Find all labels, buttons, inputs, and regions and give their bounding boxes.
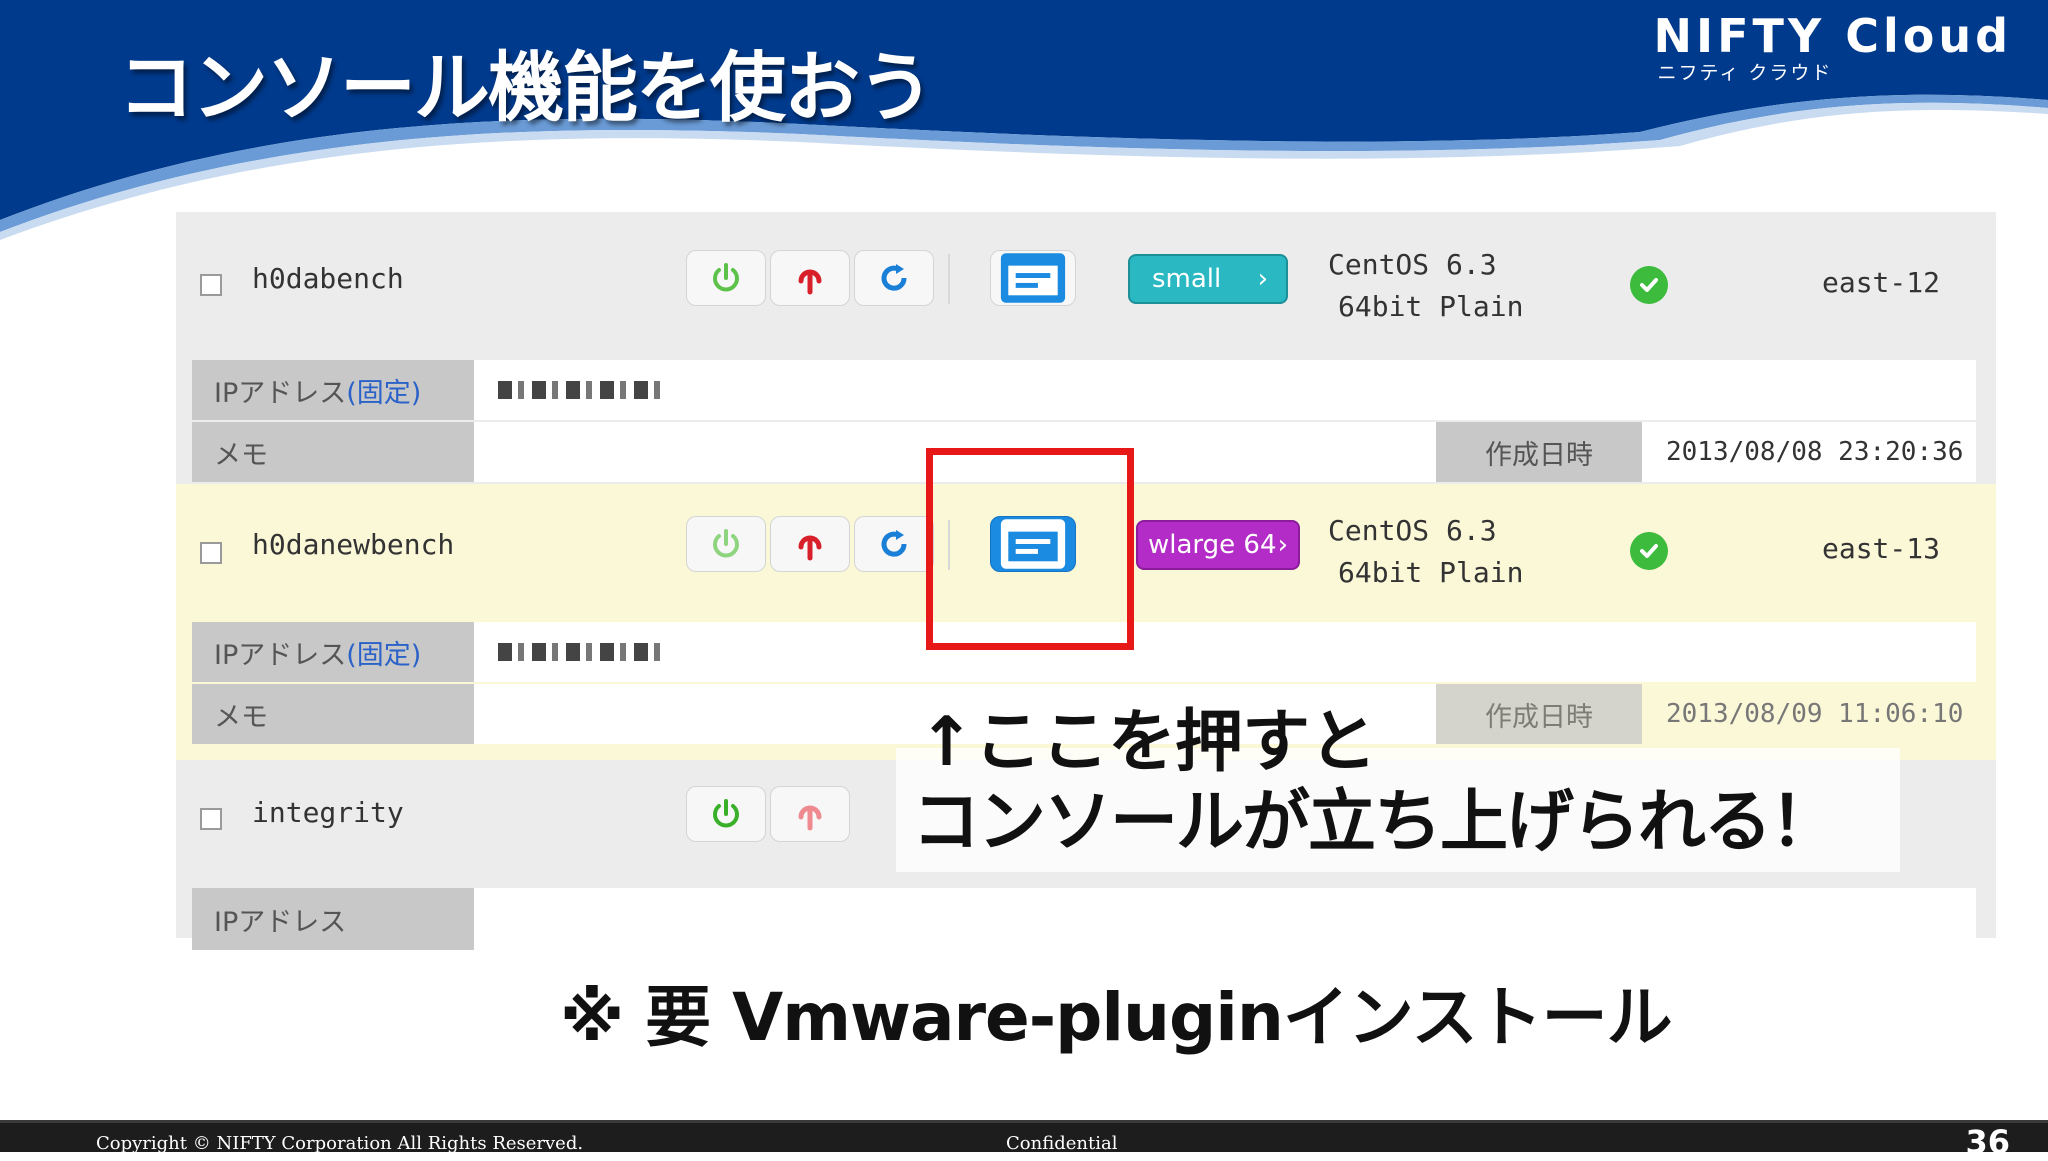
callout-line-2: コンソールが立ち上げられる！ [912,783,1838,862]
server-os: CentOS 6.3 64bit Plain [1328,510,1523,594]
power-on-button[interactable] [686,250,766,306]
ip-address-row: IPアドレス [192,888,1976,950]
ip-address-row: IPアドレス (固定) [192,360,1976,420]
ip-address-value [474,888,1976,950]
ip-address-masked [498,643,664,661]
ip-address-label: IPアドレス (固定) [192,622,474,682]
power-on-button[interactable] [686,516,766,572]
server-select-checkbox[interactable] [200,542,222,564]
console-button[interactable] [990,250,1076,306]
server-name: h0danewbench [252,528,455,561]
button-separator [948,254,950,304]
check-circle-icon [1630,532,1668,570]
server-type-button[interactable]: small › [1128,254,1288,304]
os-image: 64bit Plain [1338,556,1524,589]
brand-name: NIFTY Cloud [1653,9,2012,63]
power-icon [713,263,739,292]
ip-address-value [474,622,1976,682]
console-button-highlight-box [926,448,1134,650]
restart-icon [881,264,907,291]
power-off-button[interactable] [770,786,850,842]
created-value: 2013/08/09 11:06:10 [1666,699,1964,729]
memo-label: メモ [192,422,474,482]
created-label: 作成日時 [1436,422,1642,482]
plugin-note: ※ 要 Vmware-pluginインストール [560,979,1673,1056]
created-label: 作成日時 [1436,684,1642,744]
server-type-label: small [1152,264,1222,294]
ip-address-masked [498,381,668,399]
restart-button[interactable] [854,516,934,572]
copyright-text: Copyright © NIFTY Corporation All Rights… [96,1133,584,1154]
ip-fixed-link[interactable]: (固定) [346,371,421,410]
slide-title: コンソール機能を使おう [118,43,934,132]
page-number: 36 [1965,1123,2010,1161]
slide-header: コンソール機能を使おう NIFTY Cloud ニフティ クラウド [0,0,2048,240]
power-off-button[interactable] [770,250,850,306]
created-value: 2013/08/08 23:20:36 [1642,422,1976,482]
server-row: h0dabench small › CentOS 6.3 64bit Plain… [176,218,1996,482]
server-summary: h0dabench small › CentOS 6.3 64bit Plain… [176,218,1996,348]
power-off-button[interactable] [770,516,850,572]
server-name: h0dabench [252,262,404,295]
os-name: CentOS 6.3 [1328,248,1497,281]
power-off-icon [798,535,822,561]
brand-kana: ニフティ クラウド [1657,62,1833,84]
server-select-checkbox[interactable] [200,808,222,830]
slide-footer: Copyright © NIFTY Corporation All Rights… [0,1120,2048,1161]
console-icon [1000,253,1066,303]
power-icon [713,529,739,558]
confidential-label: Confidential [1006,1133,1118,1154]
ip-address-label: IPアドレス [192,888,474,950]
check-circle-icon [1630,266,1668,304]
os-name: CentOS 6.3 [1328,514,1497,547]
server-type-button[interactable]: wlarge 64 › [1136,520,1300,570]
brand-logo: NIFTY Cloud ニフティ クラウド [1653,10,2012,84]
chevron-right-icon: › [1277,530,1288,560]
server-zone: east-12 [1821,266,1940,299]
chevron-right-icon: › [1257,264,1268,294]
ip-fixed-link[interactable]: (固定) [346,633,421,672]
server-os: CentOS 6.3 64bit Plain [1328,244,1523,328]
server-name: integrity [252,796,404,829]
power-off-icon [798,269,822,295]
server-zone: east-13 [1821,532,1940,565]
ip-address-value [474,360,1976,420]
ip-address-label: IPアドレス (固定) [192,360,474,420]
power-on-button[interactable] [686,786,766,842]
restart-icon [881,530,907,557]
power-off-icon [798,805,822,831]
power-icon [713,799,739,828]
memo-label: メモ [192,684,474,744]
os-image: 64bit Plain [1338,290,1524,323]
server-select-checkbox[interactable] [200,274,222,296]
server-type-label: wlarge 64 [1148,530,1277,560]
restart-button[interactable] [854,250,934,306]
